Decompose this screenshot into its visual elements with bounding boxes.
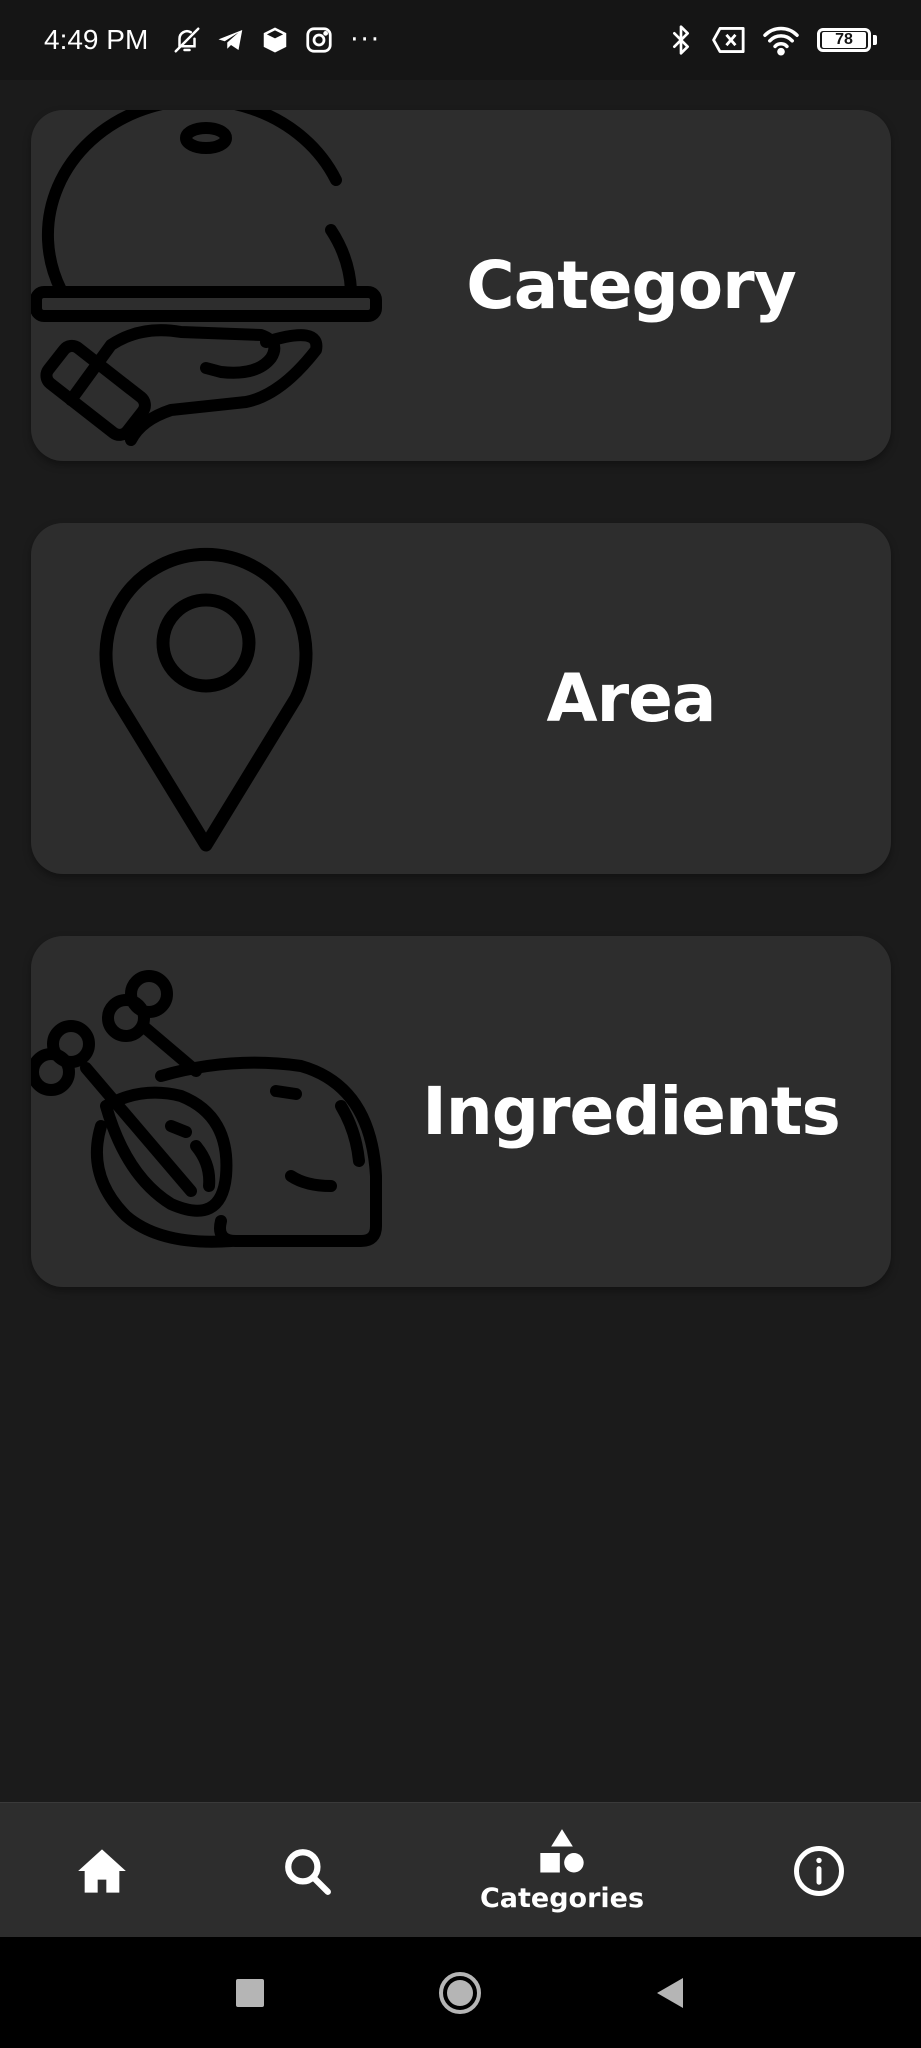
bottom-navigation: Categories <box>0 1802 921 1937</box>
square-icon <box>236 1978 264 2007</box>
package-icon <box>264 27 287 53</box>
ingredients-label: Ingredients <box>422 1073 841 1150</box>
nav-search[interactable] <box>257 1803 357 1938</box>
battery-indicator: 78 <box>817 28 877 52</box>
status-time: 4:49 PM <box>44 24 149 55</box>
telegram-icon <box>218 30 243 50</box>
info-icon <box>794 1845 844 1896</box>
battery-tip <box>873 35 877 45</box>
status-left: 4:49 PM ··· <box>44 24 381 56</box>
battery-level: 78 <box>822 32 866 48</box>
back-triangle-icon <box>657 1977 683 2008</box>
more-notifications-icon: ··· <box>350 25 382 55</box>
home-circle-icon <box>439 1971 481 2014</box>
nav-categories[interactable]: Categories <box>462 1803 662 1938</box>
bell-muted-icon <box>174 27 200 53</box>
search-icon <box>285 1848 331 1895</box>
nav-categories-label: Categories <box>479 1883 645 1914</box>
categories-icon <box>540 1829 584 1873</box>
serving-cloche-icon <box>31 110 382 446</box>
category-label: Category <box>466 247 796 324</box>
location-pin-icon <box>99 547 313 852</box>
instagram-icon <box>306 27 332 53</box>
screen: 4:49 PM ··· 78 Category Area Ingredients… <box>0 0 921 2048</box>
sim-x-icon <box>712 27 745 53</box>
ingredients-card[interactable]: Ingredients <box>31 936 891 1287</box>
area-label: Area <box>546 660 717 737</box>
recents-button[interactable] <box>220 1937 280 2048</box>
back-button[interactable] <box>640 1937 700 2048</box>
area-card[interactable]: Area <box>31 523 891 874</box>
category-card[interactable]: Category <box>31 110 891 461</box>
nav-home[interactable] <box>52 1803 152 1938</box>
status-right: 78 <box>651 24 877 56</box>
home-icon <box>78 1848 126 1893</box>
wifi-icon <box>763 26 799 56</box>
bluetooth-icon <box>673 25 689 55</box>
system-navigation <box>0 1937 921 2048</box>
status-bar: 4:49 PM ··· 78 <box>0 0 921 80</box>
roast-chicken-icon <box>31 970 382 1248</box>
battery-body: 78 <box>817 28 871 52</box>
nav-info[interactable] <box>769 1803 869 1938</box>
home-button[interactable] <box>430 1937 490 2048</box>
